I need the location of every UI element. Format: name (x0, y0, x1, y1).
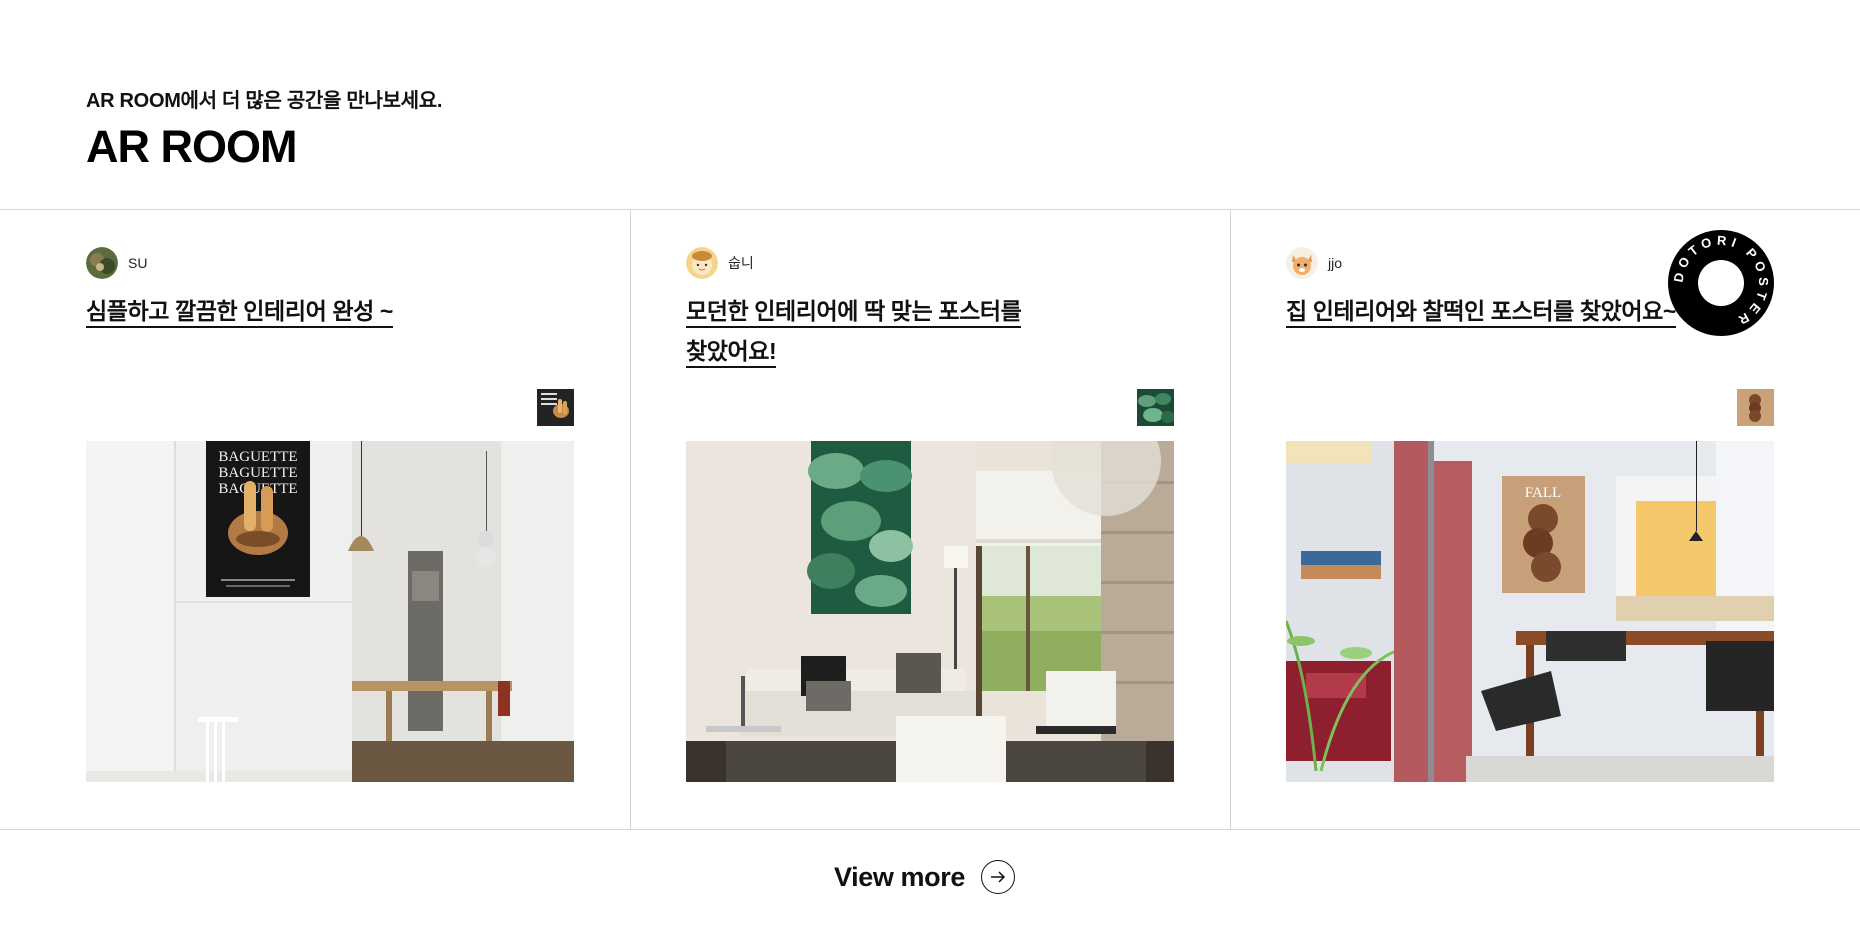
poster-thumbnail[interactable] (1137, 389, 1175, 426)
view-more-button[interactable]: View more (834, 860, 1015, 894)
card-title[interactable]: 모던한 인테리어에 딱 맞는 포스터를 찾았어요! (686, 291, 1086, 371)
author-name: 숩니 (728, 255, 754, 271)
room-photo[interactable]: BAGUETTE BAGUETTE BAGUETTE (86, 441, 574, 782)
section-header: AR ROOM에서 더 많은 공간을 만나보세요. AR ROOM (86, 84, 442, 173)
arrow-right-icon[interactable] (980, 860, 1015, 894)
poster-text: BAGUETTE (218, 481, 297, 497)
author-name: SU (128, 255, 148, 271)
brand-badge: DOTORI POSTER (1667, 229, 1775, 337)
avatar (86, 247, 118, 279)
view-more-label[interactable]: View more (834, 862, 965, 893)
ar-room-card[interactable]: SU 심플하고 깔끔한 인테리어 완성 ~ BAGUETTE BAGUETTE … (0, 209, 600, 829)
section-subtitle: AR ROOM에서 더 많은 공간을 만나보세요. (86, 90, 443, 112)
author-name: jjo (1328, 255, 1343, 271)
room-photo[interactable] (686, 441, 1174, 782)
poster-thumbnail[interactable] (537, 389, 574, 426)
ar-room-card[interactable]: 숩니 모던한 인테리어에 딱 맞는 포스터를 찾았어요! (600, 209, 1200, 829)
divider-bottom (0, 829, 1860, 830)
card-title-line[interactable]: 찾았어요! (686, 338, 777, 368)
avatar (686, 247, 718, 279)
poster-text: FALL (1525, 485, 1561, 501)
card-author[interactable]: SU (86, 247, 147, 279)
section-title: AR ROOM (86, 121, 298, 172)
card-title-text[interactable]: 집 인테리어와 찰떡인 포스터를 찾았어요~ (1286, 298, 1676, 328)
poster-text: BAGUETTE (218, 449, 297, 465)
poster-text: BAGUETTE (218, 465, 297, 481)
card-title[interactable]: 심플하고 깔끔한 인테리어 완성 ~ (86, 291, 486, 331)
avatar (1286, 247, 1318, 279)
poster-thumbnail[interactable] (1737, 389, 1774, 426)
card-author[interactable]: 숩니 (686, 247, 754, 279)
card-title[interactable]: 집 인테리어와 찰떡인 포스터를 찾았어요~ (1286, 291, 1706, 331)
card-title-text[interactable]: 심플하고 깔끔한 인테리어 완성 ~ (86, 298, 393, 328)
card-author[interactable]: jjo (1286, 247, 1342, 279)
room-photo[interactable]: FALL (1286, 441, 1774, 782)
card-title-line[interactable]: 모던한 인테리어에 딱 맞는 포스터를 (686, 298, 1022, 328)
